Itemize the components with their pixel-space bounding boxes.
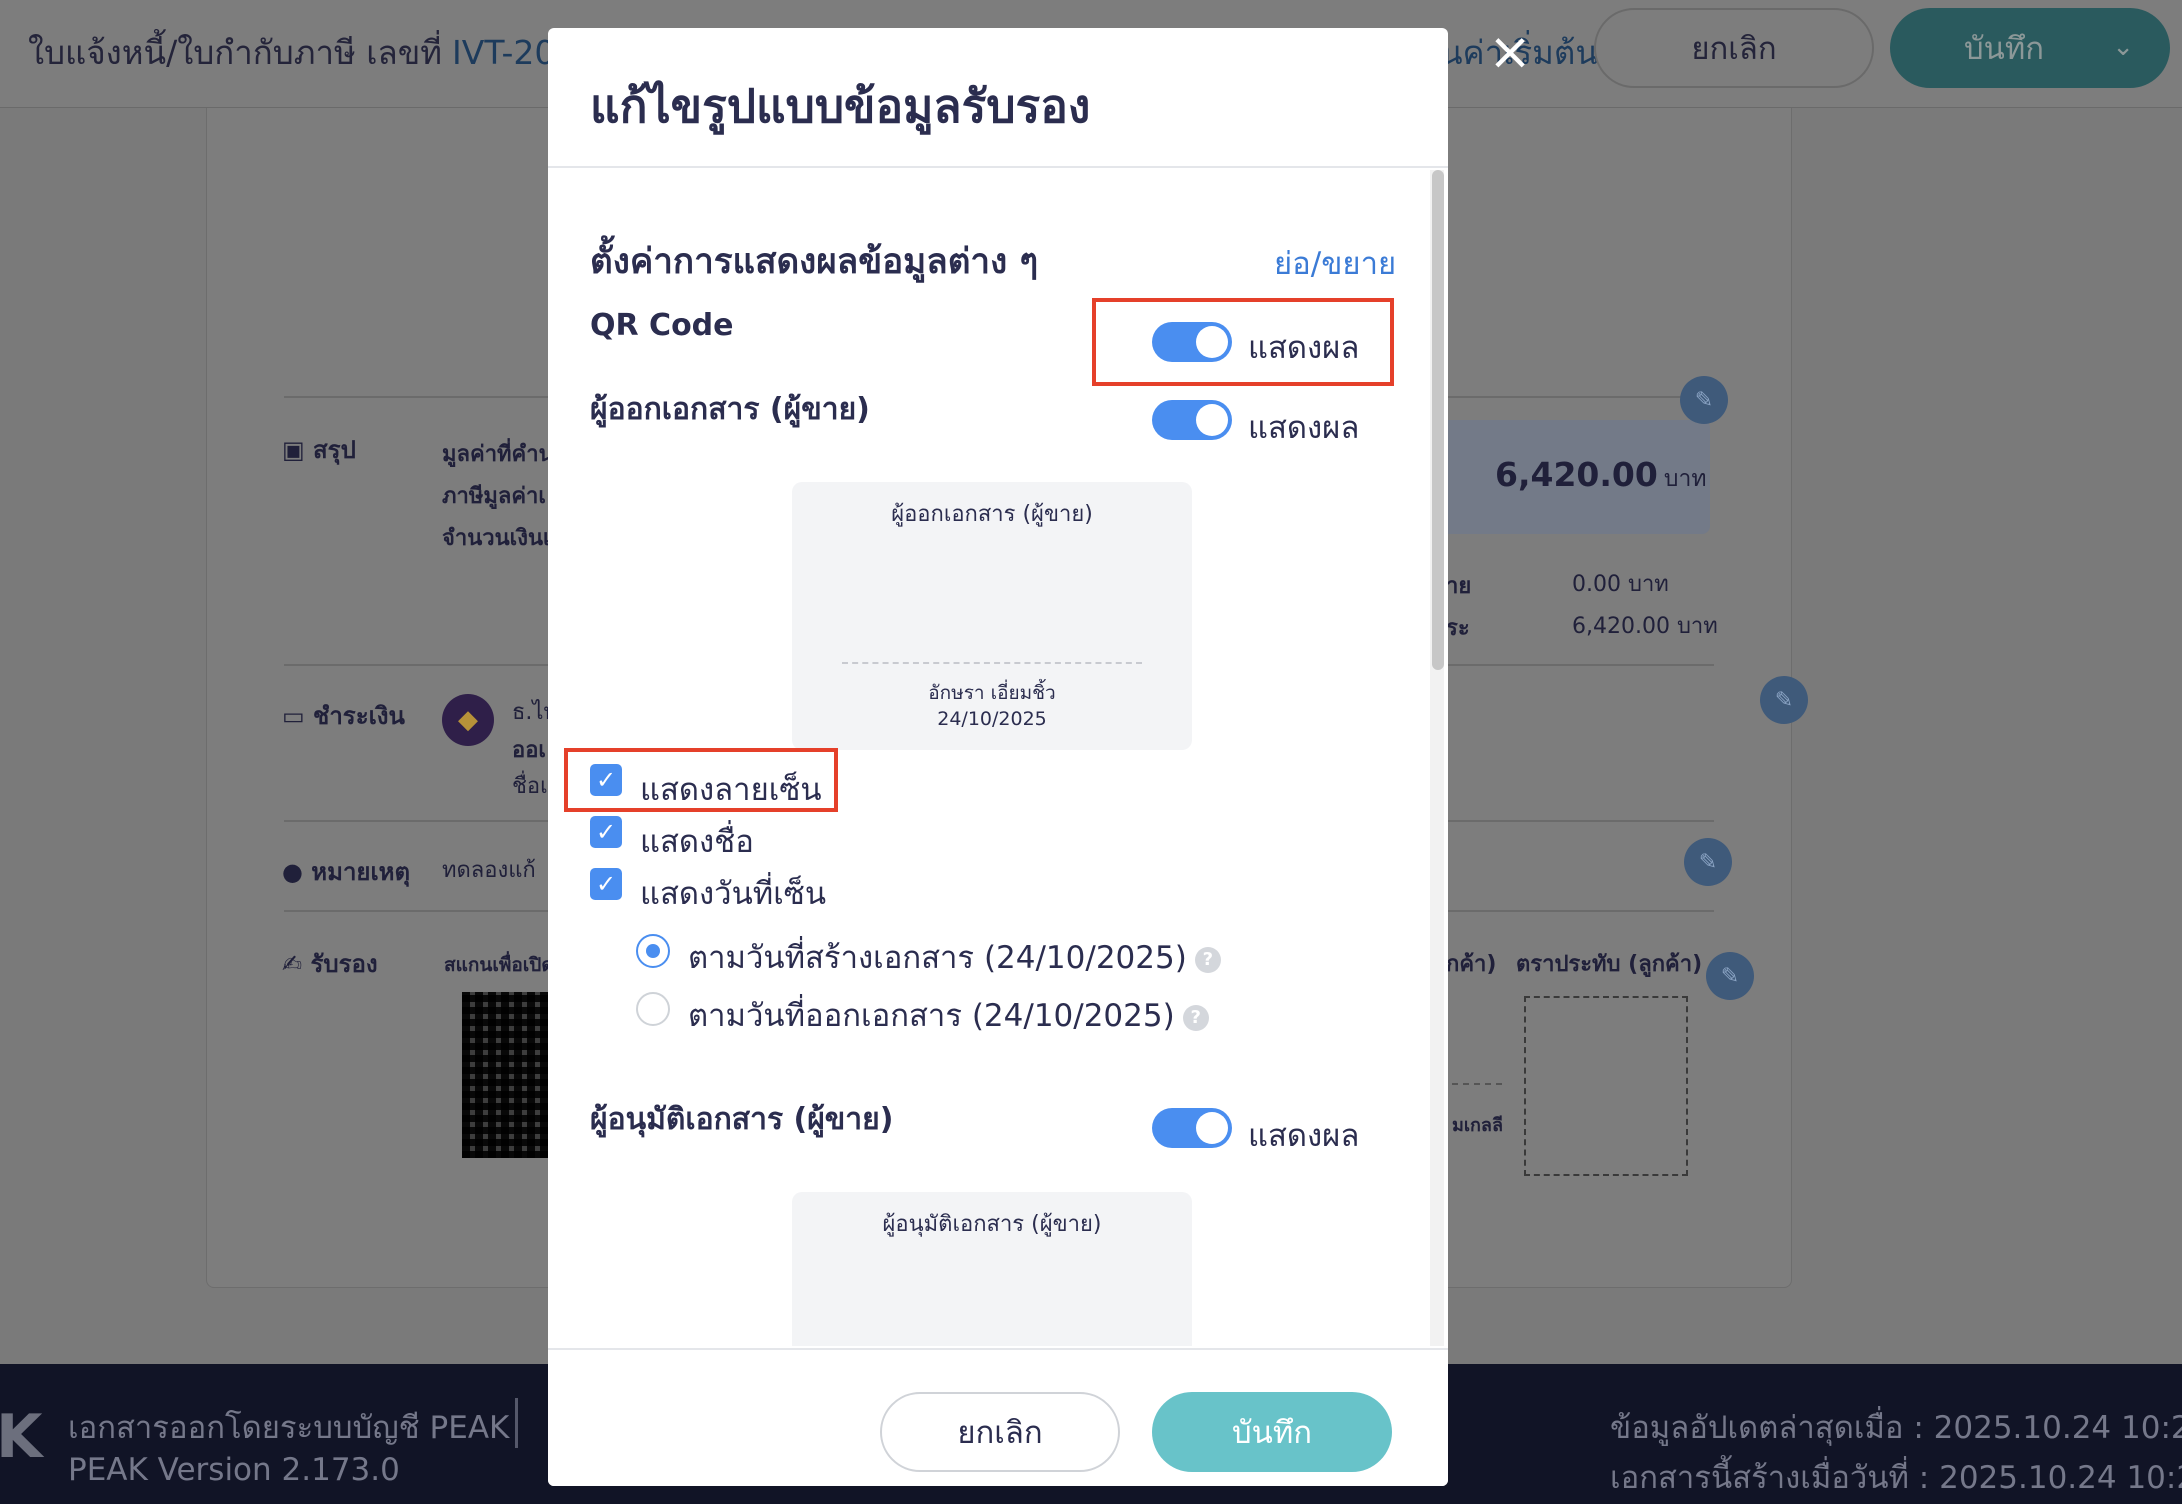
cancel-button[interactable]: ยกเลิก <box>880 1392 1120 1472</box>
toggle-knob <box>1196 404 1228 436</box>
top-cancel-button[interactable]: ยกเลิก <box>1594 8 1874 88</box>
scrollbar-thumb[interactable] <box>1432 170 1444 670</box>
collapse-expand-link[interactable]: ย่อ/ขยาย <box>1274 238 1396 288</box>
highlight-box <box>1092 298 1394 386</box>
endorse-label-text: รับรอง <box>310 950 378 978</box>
show-sign-date-checkbox[interactable]: ✓ <box>590 868 622 900</box>
qr-code-label: QR Code <box>590 308 734 343</box>
footer-version: PEAK Version 2.173.0 <box>68 1452 400 1488</box>
help-icon[interactable]: ? <box>1194 946 1221 973</box>
approver-signature-preview: ผู้อนุมัติเอกสาร (ผู้ขาย) <box>792 1192 1192 1346</box>
chevron-down-icon[interactable]: ⌄ <box>2112 32 2134 62</box>
stamp-box <box>1524 996 1688 1176</box>
toggle-knob <box>1196 1112 1228 1144</box>
modal-footer: ยกเลิก บันทึก <box>548 1348 1448 1486</box>
modal-body: ตั้งค่าการแสดงผลข้อมูลต่าง ๆ ย่อ/ขยาย QR… <box>548 170 1448 1346</box>
approver-label: ผู้อนุมัติเอกสาร (ผู้ขาย) <box>590 1102 894 1137</box>
summary-line: ภาษีมูลค่าเ <box>442 484 546 509</box>
show-sign-date-label[interactable]: แสดงวันที่เซ็น <box>640 868 826 918</box>
customer-stamp-label: ตราประทับ (ลูกค้า) <box>1516 952 1703 977</box>
footer-updated: ข้อมูลอัปเดตล่าสุดเมื่อ : 2025.10.24 10:… <box>1610 1410 2182 1446</box>
radio-issued-date-text: ตามวันที่ออกเอกสาร (24/10/2025) <box>688 998 1175 1034</box>
show-name-label[interactable]: แสดงชื่อ <box>640 816 754 866</box>
issuer-signature-preview: ผู้ออกเอกสาร (ผู้ขาย) อักษรา เอี่ยมชิ้ว … <box>792 482 1192 750</box>
total-unit: บาท <box>1663 466 1707 492</box>
radio-created-date-label[interactable]: ตามวันที่สร้างเอกสาร (24/10/2025)? <box>688 932 1221 982</box>
summary-label-text: สรุป <box>313 436 356 464</box>
modal-header: แก้ไขรูปแบบข้อมูลรับรอง <box>548 28 1448 168</box>
note-label: ● หมายเหตุ <box>282 858 411 886</box>
edit-pencil-icon[interactable]: ✎ <box>1760 676 1808 724</box>
show-name-checkbox[interactable]: ✓ <box>590 816 622 848</box>
show-signature-checkbox[interactable]: ✓ <box>590 764 622 796</box>
issuer-toggle[interactable] <box>1152 400 1232 440</box>
document-title-text: ใบแจ้งหนี้/ใบกำกับภาษี เลขที่ <box>28 33 443 72</box>
payment-label-text: ชำระเงิน <box>313 702 405 730</box>
scan-text: สแกนเพื่อเปิด <box>444 954 554 976</box>
row-value: 6,420.00 บาท <box>1572 614 1718 639</box>
edit-endorsement-modal: แก้ไขรูปแบบข้อมูลรับรอง ตั้งค่าการแสดงผล… <box>548 28 1448 1486</box>
footer-created: เอกสารนี้สร้างเมื่อวันที่ : 2025.10.24 1… <box>1610 1460 2182 1496</box>
signature-line <box>1452 1083 1502 1085</box>
edit-pencil-icon[interactable]: ✎ <box>1706 952 1754 1000</box>
preview-title: ผู้อนุมัติเอกสาร (ผู้ขาย) <box>882 1212 1102 1237</box>
preview-title: ผู้ออกเอกสาร (ผู้ขาย) <box>891 502 1093 527</box>
radio-issued-date-label[interactable]: ตามวันที่ออกเอกสาร (24/10/2025)? <box>688 990 1209 1040</box>
radio-created-date[interactable] <box>636 934 670 968</box>
top-save-button[interactable]: บันทึก ⌄ <box>1890 8 2170 88</box>
preview-signature-line <box>842 662 1142 664</box>
note-text: ทดลองแก้ <box>442 858 536 883</box>
close-icon[interactable]: × <box>1488 26 1532 78</box>
signature-name: มเกลลี <box>1452 1115 1503 1136</box>
payment-line: ออเ <box>512 738 546 763</box>
modal-title: แก้ไขรูปแบบข้อมูลรับรอง <box>590 79 1091 133</box>
edit-pencil-icon[interactable]: ✎ <box>1680 376 1728 424</box>
row-value: 0.00 บาท <box>1572 572 1669 597</box>
footer-separator <box>515 1398 518 1448</box>
radio-issued-date[interactable] <box>636 992 670 1026</box>
preview-sign-date: 24/10/2025 <box>937 708 1047 730</box>
save-button[interactable]: บันทึก <box>1152 1392 1392 1472</box>
payment-line: ชื่อเ <box>512 774 548 799</box>
approver-toggle[interactable] <box>1152 1108 1232 1148</box>
peak-logo: K <box>0 1402 43 1472</box>
issuer-toggle-label: แสดงผล <box>1248 410 1360 446</box>
bank-logo-icon: ◆ <box>442 694 494 746</box>
approver-toggle-label: แสดงผล <box>1248 1118 1360 1154</box>
radio-created-date-text: ตามวันที่สร้างเอกสาร (24/10/2025) <box>688 940 1187 976</box>
top-save-label: บันทึก <box>1964 31 2045 67</box>
footer-issued-by: เอกสารออกโดยระบบบัญชี PEAK <box>68 1410 510 1446</box>
show-signature-label[interactable]: แสดงลายเซ็น <box>640 764 822 814</box>
summary-line: มูลค่าที่คำน <box>442 442 554 467</box>
endorse-label: ✍ รับรอง <box>282 950 378 978</box>
edit-pencil-icon[interactable]: ✎ <box>1684 838 1732 886</box>
total-amount-value: 6,420.00 <box>1495 455 1658 494</box>
total-amount: 6,420.00 บาท <box>1495 455 1707 497</box>
payment-label: ▭ ชำระเงิน <box>282 702 405 730</box>
preview-signer-name: อักษรา เอี่ยมชิ้ว <box>928 682 1056 704</box>
section-title: ตั้งค่าการแสดงผลข้อมูลต่าง ๆ <box>590 242 1039 282</box>
customer-signature-label: กค้า) <box>1446 952 1497 977</box>
row-label: าย <box>1446 574 1472 599</box>
row-label: ระ <box>1446 616 1470 641</box>
issuer-label: ผู้ออกเอกสาร (ผู้ขาย) <box>590 392 870 427</box>
summary-label: ▣ สรุป <box>282 436 356 464</box>
help-icon[interactable]: ? <box>1182 1004 1209 1031</box>
summary-line: จำนวนเงินเ <box>442 526 551 551</box>
qr-code-image <box>462 992 554 1158</box>
note-label-text: หมายเหตุ <box>311 858 411 886</box>
